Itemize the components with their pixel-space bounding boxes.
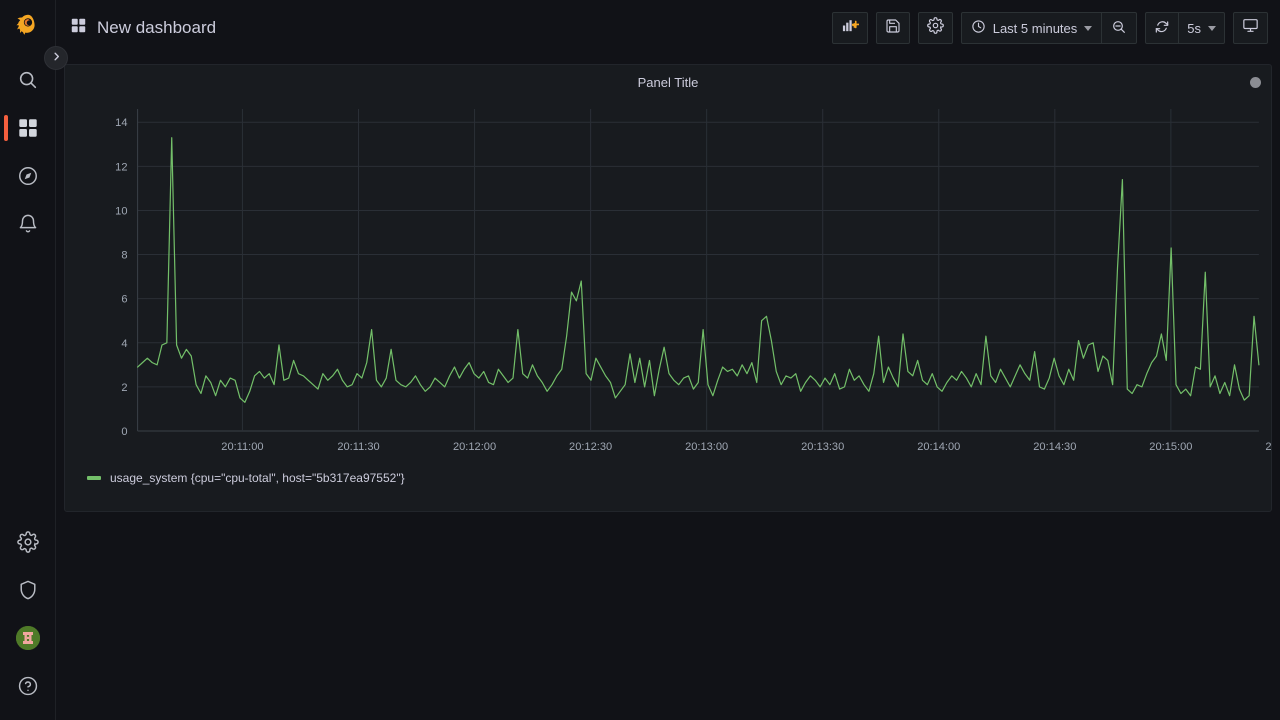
panel-header[interactable]: Panel Title — [65, 65, 1271, 99]
time-range-group: Last 5 minutes — [960, 12, 1138, 44]
time-range-label: Last 5 minutes — [992, 20, 1078, 36]
gear-icon — [926, 17, 944, 39]
legend-series-label: usage_system {cpu="cpu-total", host="5b3… — [110, 471, 405, 485]
zoom-out-icon — [1111, 19, 1127, 38]
kiosk-mode-button[interactable] — [1233, 12, 1268, 44]
dashboard-settings-button[interactable] — [917, 12, 953, 44]
clock-icon — [971, 19, 986, 37]
refresh-interval-picker[interactable]: 5s — [1178, 13, 1224, 43]
chart-series-group — [136, 137, 1260, 403]
svg-text:20:14:00: 20:14:00 — [917, 441, 960, 453]
grafana-logo-icon — [15, 13, 41, 44]
sidebar-item-configuration[interactable] — [0, 518, 56, 566]
svg-text:12: 12 — [115, 161, 127, 173]
svg-text:20:12:30: 20:12:30 — [569, 441, 612, 453]
sidebar-bottom-group — [0, 518, 56, 720]
panel-status-indicator[interactable] — [1250, 77, 1261, 88]
sidebar-top-group — [0, 56, 56, 248]
svg-text:8: 8 — [121, 250, 127, 262]
sidebar-item-user-profile[interactable] — [0, 614, 56, 662]
chevron-down-icon — [1084, 25, 1093, 31]
svg-text:14: 14 — [115, 117, 127, 129]
panel-plot-area[interactable]: 0 2 4 6 8 10 12 14 20:11:00 20:11:30 20:12:00 20:1… — [65, 99, 1271, 499]
svg-text:6: 6 — [121, 294, 127, 306]
svg-text:10: 10 — [115, 205, 127, 217]
search-icon — [17, 69, 39, 91]
sidebar-item-explore[interactable] — [0, 152, 56, 200]
chart-y-axis-labels: 0 2 4 6 8 10 12 14 — [115, 117, 127, 438]
grafana-logo-button[interactable] — [0, 0, 56, 56]
chart-legend[interactable]: usage_system {cpu="cpu-total", host="5b3… — [87, 471, 405, 485]
time-range-picker[interactable]: Last 5 minutes — [962, 13, 1102, 43]
svg-text:20:15:00: 20:15:00 — [1149, 441, 1192, 453]
dashboards-grid-icon — [17, 117, 39, 139]
refresh-icon — [1154, 19, 1170, 38]
sidebar-item-help[interactable] — [0, 662, 56, 710]
question-circle-icon — [17, 675, 39, 697]
sidebar-item-alerting[interactable] — [0, 200, 56, 248]
panel-title: Panel Title — [637, 74, 699, 90]
refresh-dashboard-button[interactable] — [1146, 13, 1178, 43]
bell-icon — [17, 213, 39, 235]
chart-gridlines — [137, 109, 1259, 432]
grafana-app: New dashboard Last 5 minutes 5s Panel Ti… — [0, 0, 1280, 720]
svg-text:20:11:30: 20:11:30 — [337, 441, 379, 453]
svg-text:20:14:30: 20:14:30 — [1033, 441, 1076, 453]
zoom-out-time-button[interactable] — [1101, 13, 1136, 43]
dashboard-grid-icon — [70, 17, 87, 39]
sidebar-item-server-admin[interactable] — [0, 566, 56, 614]
svg-text:20:11:00: 20:11:00 — [221, 441, 263, 453]
tv-monitor-icon — [1242, 17, 1259, 39]
toolbar-actions: Last 5 minutes 5s — [831, 12, 1268, 44]
sidebar-collapse-toggle[interactable] — [44, 46, 68, 70]
page-title: New dashboard — [97, 18, 217, 37]
refresh-interval-label: 5s — [1187, 20, 1201, 36]
refresh-group: 5s — [1145, 12, 1225, 44]
avatar-icon — [15, 626, 40, 650]
sidebar-item-dashboards[interactable] — [0, 104, 56, 152]
main-column: New dashboard Last 5 minutes 5s Panel Ti… — [56, 0, 1280, 720]
svg-text:4: 4 — [121, 338, 127, 350]
svg-text:2: 2 — [121, 382, 127, 394]
chevron-right-icon — [51, 49, 62, 67]
shield-icon — [17, 579, 39, 601]
dashboard-canvas: Panel Title 0 2 4 6 8 10 12 14 20:11:00 20:11:30… — [56, 56, 1280, 720]
series-line — [136, 137, 1260, 403]
save-dashboard-button[interactable] — [875, 12, 910, 44]
chart-x-axis-labels: 20:11:00 20:11:30 20:12:00 20:12:30 20:13:00… — [221, 441, 1271, 453]
svg-text:20:15:30: 20:15:30 — [1265, 441, 1271, 453]
save-disk-icon — [885, 18, 901, 39]
svg-text:20:13:00: 20:13:00 — [685, 441, 728, 453]
breadcrumb[interactable]: New dashboard — [70, 17, 216, 39]
gear-icon — [16, 531, 39, 553]
svg-text:0: 0 — [121, 426, 127, 438]
sidebar-nav-rail — [0, 0, 68, 720]
add-panel-button[interactable] — [831, 12, 868, 44]
panel-timeseries[interactable]: Panel Title 0 2 4 6 8 10 12 14 20:11:00 20:11:30… — [64, 64, 1272, 512]
timeseries-chart[interactable]: 02468101214 20:11:00 20:11:30 20:12:00 20:1… — [65, 99, 1271, 469]
chevron-down-icon — [1208, 25, 1216, 31]
dashboard-toolbar: New dashboard Last 5 minutes 5s — [56, 0, 1280, 56]
legend-color-swatch — [87, 476, 101, 480]
svg-text:20:13:30: 20:13:30 — [801, 441, 844, 453]
compass-icon — [17, 165, 39, 187]
add-panel-icon — [841, 17, 860, 39]
svg-text:20:12:00: 20:12:00 — [453, 441, 496, 453]
